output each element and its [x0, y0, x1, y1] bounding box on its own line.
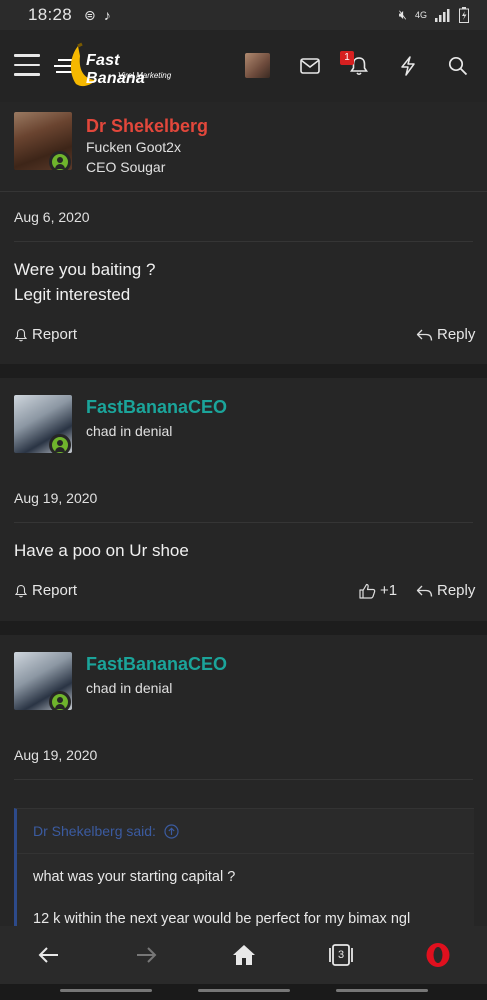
poster-username[interactable]: FastBananaCEO	[86, 397, 227, 418]
report-button[interactable]: Report	[14, 326, 77, 343]
tiktok-icon: ♪	[103, 6, 111, 23]
divider	[14, 522, 473, 523]
brand-name: Fast Banana	[86, 52, 145, 87]
report-label: Report	[32, 326, 78, 343]
signal-icon	[435, 8, 450, 22]
status-right-icons: 🔇︎ 4G	[399, 7, 469, 23]
reply-icon	[416, 329, 433, 341]
back-arrow-icon[interactable]	[34, 940, 64, 970]
like-count: +1	[380, 582, 398, 599]
tabs-button[interactable]: 3	[326, 940, 356, 970]
inbox-icon[interactable]	[296, 52, 324, 80]
reply-button[interactable]: Reply	[416, 582, 475, 599]
poster-title: Fucken Goot2x	[86, 139, 181, 155]
post-date[interactable]: Aug 19, 2020	[14, 747, 97, 763]
report-label: Report	[32, 582, 78, 599]
status-bar: 18:28 ⊜ ♪ 🔇︎ 4G	[0, 0, 487, 30]
gesture-handle	[60, 989, 152, 992]
divider	[17, 853, 474, 854]
post-body: Have a poo on Ur shoe	[14, 538, 189, 563]
online-status-icon	[49, 151, 71, 173]
home-icon[interactable]	[229, 940, 259, 970]
bell-outline-icon	[14, 328, 28, 341]
avatar-pointer	[28, 462, 56, 476]
post-text-line: Have a poo on Ur shoe	[14, 541, 189, 560]
quote-author: Dr Shekelberg said:	[33, 823, 156, 839]
status-time: 18:28	[28, 5, 73, 24]
poster-username[interactable]: FastBananaCEO	[86, 654, 227, 675]
reply-icon	[416, 585, 433, 597]
divider	[14, 779, 473, 780]
brand-tagline: Viral Marketing	[118, 71, 172, 80]
divider	[0, 191, 487, 192]
online-status-icon	[49, 691, 71, 713]
like-button[interactable]: +1	[359, 582, 397, 599]
post-text-line: Were you baiting ?	[14, 260, 156, 279]
poster-title: chad in denial	[86, 680, 173, 696]
notification-badge: 1	[340, 51, 354, 65]
poster-subtitle: CEO Sougar	[86, 159, 166, 175]
gesture-handle	[198, 989, 290, 992]
report-button[interactable]: Report	[14, 582, 77, 599]
thumbs-up-icon	[359, 583, 376, 599]
post-1: Dr Shekelberg Fucken Goot2x CEO Sougar A…	[0, 102, 487, 364]
poster-title: chad in denial	[86, 423, 173, 439]
post-3: FastBananaCEO chad in denial Aug 19, 202…	[0, 635, 487, 927]
user-avatar[interactable]	[245, 53, 270, 78]
arrow-up-circle-icon	[164, 823, 179, 839]
site-logo[interactable]: Fast Banana Viral Marketing	[52, 42, 182, 90]
reply-label: Reply	[437, 582, 476, 599]
post-text-line: Legit interested	[14, 285, 131, 304]
forward-arrow-icon[interactable]	[131, 940, 161, 970]
quote-block: Dr Shekelberg said: what was your starti…	[14, 808, 474, 927]
vpn-icon: ⊜	[84, 6, 96, 23]
status-app-icons: ⊜ ♪	[84, 7, 111, 24]
quote-text-line: what was your starting capital ?	[33, 869, 236, 885]
mute-icon: 🔇︎	[398, 7, 407, 22]
battery-icon	[459, 7, 469, 23]
quote-header[interactable]: Dr Shekelberg said:	[33, 823, 179, 839]
avatar-pointer	[28, 719, 56, 733]
lightning-icon[interactable]	[394, 52, 422, 80]
post-date[interactable]: Aug 6, 2020	[14, 209, 90, 225]
network-type: 4G	[414, 10, 427, 20]
gesture-bar	[0, 984, 487, 1000]
post-body: Were you baiting ? Legit interested	[14, 257, 155, 307]
browser-bottom-bar: 3	[0, 926, 487, 984]
reply-label: Reply	[437, 326, 476, 343]
reply-button[interactable]: Reply	[416, 326, 475, 343]
menu-icon[interactable]	[14, 54, 40, 76]
search-icon[interactable]	[444, 52, 472, 80]
tabs-count: 3	[337, 949, 345, 961]
post-2: FastBananaCEO chad in denial Aug 19, 202…	[0, 378, 487, 621]
site-header: Fast Banana Viral Marketing 1	[0, 30, 487, 102]
post-date[interactable]: Aug 19, 2020	[14, 490, 97, 506]
opera-menu-icon[interactable]	[423, 940, 453, 970]
poster-username[interactable]: Dr Shekelberg	[86, 116, 208, 137]
divider	[14, 241, 473, 242]
gesture-handle	[336, 989, 428, 992]
bell-outline-icon	[14, 584, 28, 597]
online-status-icon	[49, 434, 71, 456]
quote-text-line: 12 k within the next year would be perfe…	[33, 911, 411, 927]
